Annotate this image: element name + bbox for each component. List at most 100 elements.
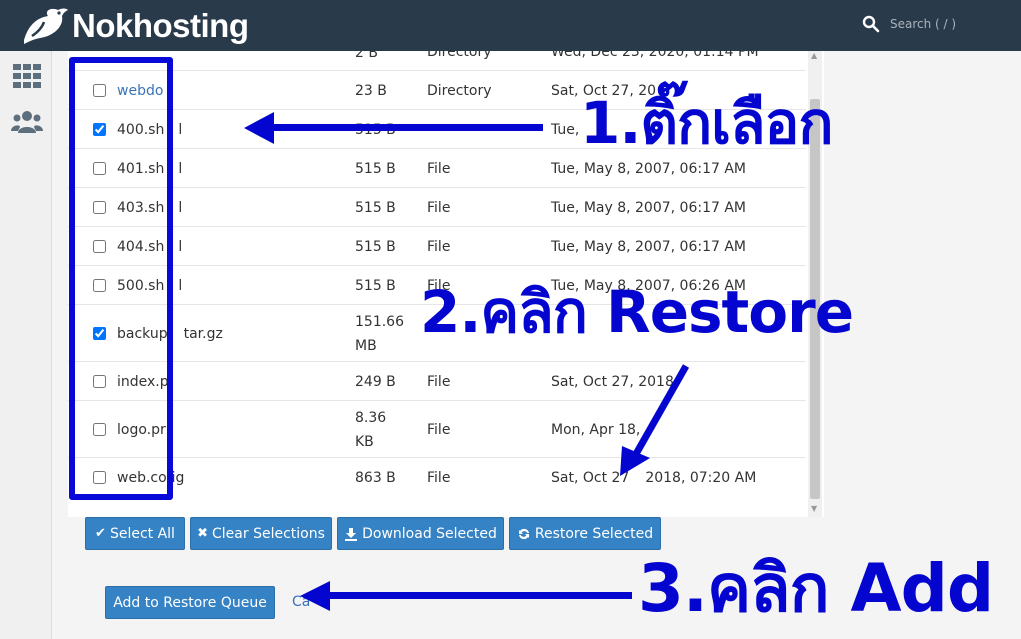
- restore-selected-button[interactable]: Restore Selected: [509, 517, 661, 550]
- file-date: Tue, May 8, 2007, 06:17 AM: [551, 161, 746, 177]
- file-date-tail: 2018, 07:20 AM: [645, 470, 757, 486]
- sidebar: [0, 51, 52, 639]
- file-size: 515 B: [355, 200, 396, 216]
- brand-logo[interactable]: Nokhosting: [18, 5, 249, 47]
- search-input[interactable]: [890, 17, 1010, 31]
- file-date: Sat, Oct 27, 2018,: [551, 374, 679, 390]
- file-size: 515 B: [355, 161, 396, 177]
- file-name-part: 403.sh: [117, 200, 165, 216]
- file-name-part: 404.sh: [117, 239, 165, 255]
- file-date: Sat, Oct 27 2018, 07:20 AM: [551, 470, 756, 486]
- file-name-tail: ig: [171, 470, 185, 486]
- file-type: File: [427, 239, 451, 255]
- file-name[interactable]: backup tar.gz: [117, 326, 223, 342]
- row-checkbox[interactable]: [93, 327, 106, 340]
- grid-icon[interactable]: [10, 61, 44, 91]
- file-name-part: web.co: [117, 470, 167, 486]
- search-icon: [862, 15, 880, 33]
- file-type: File: [427, 470, 451, 486]
- row-checkbox[interactable]: [93, 162, 106, 175]
- download-selected-label: Download Selected: [362, 525, 497, 542]
- file-name[interactable]: logo.pr: [117, 422, 166, 438]
- file-size: 249 B: [355, 374, 396, 390]
- step1-annotation: 1.ติ๊กเลือก: [580, 89, 833, 157]
- top-navbar: Nokhosting: [0, 0, 1021, 51]
- file-date: Tue, May 8, 2007, 06:17 AM: [551, 239, 746, 255]
- file-row[interactable]: web.co ig 863 B File Sat, Oct 27 2018, 07:…: [68, 458, 806, 497]
- row-checkbox[interactable]: [93, 279, 106, 292]
- file-name[interactable]: index.p: [117, 374, 169, 390]
- cancel-link[interactable]: Ca: [292, 594, 310, 610]
- download-selected-button[interactable]: Download Selected: [337, 517, 504, 550]
- file-name-tail: l: [178, 239, 183, 255]
- scroll-down-arrow-icon[interactable]: ▼: [811, 504, 817, 513]
- refresh-icon: [518, 528, 529, 539]
- file-name-part: 500.sh: [117, 278, 165, 294]
- file-type: Directory: [427, 51, 492, 60]
- file-name[interactable]: 500.sh l: [117, 278, 182, 294]
- add-to-restore-queue-label: Add to Restore Queue: [113, 594, 267, 611]
- file-date-part: Sat, Oct 27: [551, 470, 630, 486]
- file-name[interactable]: 401.sh l: [117, 161, 182, 177]
- file-row[interactable]: 2 B Directory Wed, Dec 23, 2020, 01:14 P…: [68, 51, 806, 71]
- file-name[interactable]: 403.sh l: [117, 200, 182, 216]
- file-name[interactable]: 404.sh l: [117, 239, 182, 255]
- arrow-to-add-button: [300, 581, 632, 611]
- file-row[interactable]: 403.sh l 515 B File Tue, May 8, 2007, 06:…: [68, 188, 806, 227]
- bird-logo-icon: [24, 8, 68, 44]
- row-checkbox[interactable]: [93, 375, 106, 388]
- file-type: File: [427, 422, 451, 438]
- file-size: 515 B: [355, 278, 396, 294]
- file-name-tail: l: [178, 200, 183, 216]
- row-checkbox[interactable]: [93, 471, 106, 484]
- step3-annotation: 3.คลิก Add: [638, 550, 994, 627]
- search-box[interactable]: [862, 15, 1010, 33]
- file-size: 515 B: [355, 239, 396, 255]
- file-name-tail: l: [178, 161, 183, 177]
- file-name[interactable]: 400.sh l: [117, 122, 182, 138]
- file-date: Tue,: [551, 122, 580, 138]
- file-date: Wed, Dec 23, 2020, 01:14 PM: [551, 51, 759, 60]
- clear-selections-button[interactable]: ✖ Clear Selections: [190, 517, 332, 550]
- file-size: 2 B: [355, 51, 378, 61]
- row-checkbox[interactable]: [93, 423, 106, 436]
- file-name-link[interactable]: webdo: [117, 83, 163, 99]
- step2-annotation: 2.คลิก Restore: [420, 278, 854, 346]
- file-size: 863 B: [355, 470, 396, 486]
- file-name-part: 400.sh: [117, 122, 165, 138]
- file-row[interactable]: 404.sh l 515 B File Tue, May 8, 2007, 06:…: [68, 227, 806, 266]
- select-all-button[interactable]: ✔ Select All: [85, 517, 185, 550]
- add-to-restore-queue-button[interactable]: Add to Restore Queue: [105, 586, 275, 619]
- restore-selected-label: Restore Selected: [534, 525, 654, 542]
- row-checkbox[interactable]: [93, 123, 106, 136]
- file-name-part: backup: [117, 326, 168, 342]
- download-icon: [345, 527, 358, 541]
- file-name-part: 401.sh: [117, 161, 165, 177]
- file-name[interactable]: web.co ig: [117, 470, 184, 486]
- file-size: 515 B: [355, 122, 396, 138]
- check-icon: ✔: [95, 526, 106, 541]
- file-date: Mon, Apr 18,: [551, 422, 641, 438]
- file-row[interactable]: logo.pr 8.36 KB File Mon, Apr 18,: [68, 401, 806, 458]
- file-row[interactable]: index.p 249 B File Sat, Oct 27, 2018,: [68, 362, 806, 401]
- row-checkbox[interactable]: [93, 84, 106, 97]
- file-type: File: [427, 161, 451, 177]
- file-type: File: [427, 374, 451, 390]
- file-type: File: [427, 200, 451, 216]
- file-name-tail: tar.gz: [183, 326, 223, 342]
- file-type: Directory: [427, 83, 492, 99]
- clear-selections-label: Clear Selections: [212, 525, 325, 542]
- file-size: 151.66 MB: [355, 314, 404, 354]
- row-checkbox[interactable]: [93, 201, 106, 214]
- row-checkbox[interactable]: [93, 240, 106, 253]
- brand-name: Nokhosting: [72, 7, 249, 44]
- file-name-tail: l: [178, 278, 183, 294]
- close-icon: ✖: [197, 526, 209, 541]
- file-size: 23 B: [355, 83, 387, 99]
- users-icon[interactable]: [10, 107, 44, 137]
- file-name-tail: l: [178, 122, 183, 138]
- scroll-up-arrow-icon[interactable]: ▲: [811, 51, 817, 60]
- select-all-label: Select All: [109, 525, 175, 542]
- file-date: Tue, May 8, 2007, 06:17 AM: [551, 200, 746, 216]
- file-size: 8.36 KB: [355, 410, 387, 450]
